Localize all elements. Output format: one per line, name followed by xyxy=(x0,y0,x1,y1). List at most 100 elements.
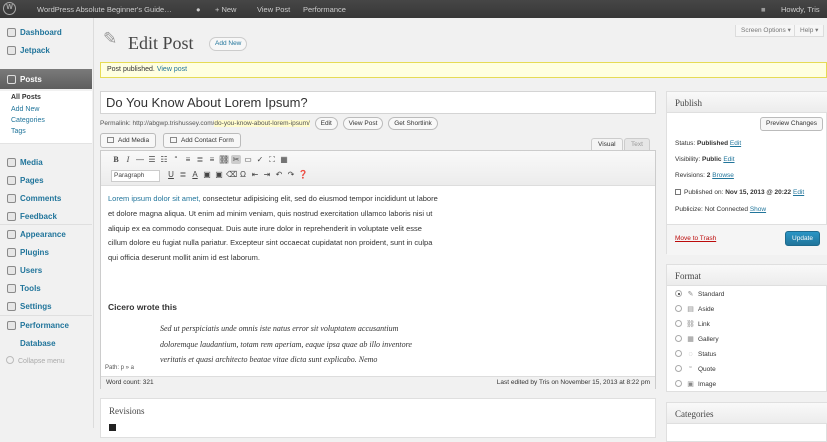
menu-separator xyxy=(0,315,92,316)
new-content-link[interactable]: + New xyxy=(215,5,236,14)
menu-pages[interactable]: Pages xyxy=(0,172,92,189)
submenu-tags[interactable]: Tags xyxy=(11,128,26,135)
comments-icon[interactable]: ● xyxy=(196,5,201,14)
paste-text-icon[interactable]: ▣ xyxy=(202,170,212,179)
add-media-button[interactable]: Add Media xyxy=(100,133,157,148)
add-new-post-button[interactable]: Add New xyxy=(209,37,248,51)
preview-changes-button[interactable]: Preview Changes xyxy=(760,117,823,131)
lorem-link[interactable]: Lorem ipsum dolor sit amet, xyxy=(108,194,201,203)
indent-icon[interactable]: ⇥ xyxy=(262,170,272,179)
categories-box-header[interactable]: Categories xyxy=(667,403,827,424)
menu-users[interactable]: Users xyxy=(0,262,92,279)
radio-button[interactable] xyxy=(675,290,682,297)
edit-permalink-button[interactable]: Edit xyxy=(314,117,338,130)
menu-settings[interactable]: Settings xyxy=(0,298,92,315)
menu-database[interactable]: Database xyxy=(0,335,92,352)
fullscreen-icon[interactable]: ⛶ xyxy=(267,155,277,165)
menu-jetpack[interactable]: Jetpack xyxy=(0,42,92,59)
underline-icon[interactable]: U xyxy=(166,170,176,179)
editor-content[interactable]: Lorem ipsum dolor sit amet, consectetur … xyxy=(108,192,438,364)
howdy-user-link[interactable]: Howdy, Tris xyxy=(781,5,820,14)
view-post-link[interactable]: View Post xyxy=(257,5,290,14)
format-option-image[interactable]: ▣ Image xyxy=(675,380,716,388)
more-tag-icon[interactable]: ▭ xyxy=(243,155,253,164)
spellcheck-icon[interactable]: ✓ xyxy=(255,155,265,164)
radio-button[interactable] xyxy=(675,305,682,312)
clear-formatting-icon[interactable]: ⌫ xyxy=(226,170,237,179)
edit-visibility-link[interactable]: Edit xyxy=(723,156,734,163)
menu-posts[interactable]: Posts xyxy=(0,69,92,89)
radio-button[interactable] xyxy=(675,380,682,387)
menu-comments[interactable]: Comments xyxy=(0,190,92,207)
submenu-categories[interactable]: Categories xyxy=(11,117,45,124)
site-name-link[interactable]: WordPress Absolute Beginner's Guide… xyxy=(37,5,172,14)
menu-media[interactable]: Media xyxy=(0,154,92,171)
special-character-icon[interactable]: Ω xyxy=(238,170,248,179)
menu-dashboard[interactable]: Dashboard xyxy=(0,24,92,41)
italic-icon[interactable]: I xyxy=(123,155,133,164)
help-button[interactable]: Help ▾ xyxy=(794,25,825,37)
format-option-aside[interactable]: ▤ Aside xyxy=(675,305,714,313)
get-shortlink-button[interactable]: Get Shortlink xyxy=(388,117,438,130)
edit-date-link[interactable]: Edit xyxy=(793,189,804,196)
permalink-url[interactable]: http://abgwp.trishussey.com/ xyxy=(133,120,215,127)
menu-tools[interactable]: Tools xyxy=(0,280,92,297)
wordpress-logo-icon[interactable]: W xyxy=(3,2,16,15)
kitchen-sink-icon[interactable]: ▦ xyxy=(279,155,289,164)
content-heading: Cicero wrote this xyxy=(108,302,177,312)
format-option-status[interactable]: ◌ Status xyxy=(675,350,716,358)
post-editor[interactable]: B I — ☰ ☷ “≡ ≣ ≡ ⛓ ✂ ▭ ✓ ⛶ ▦ Paragraph U ≣ A ▣ ▣ ⌫ Ω ⇤ ⇥ ↶ ↷ ❓ Lo… xyxy=(100,150,656,389)
blockquote-icon[interactable]: “ xyxy=(171,155,181,164)
radio-button[interactable] xyxy=(675,365,682,372)
post-title-input[interactable]: Do You Know About Lorem Ipsum? xyxy=(100,91,656,114)
publicize-show-link[interactable]: Show xyxy=(750,206,766,213)
radio-button[interactable] xyxy=(675,320,682,327)
move-to-trash-link[interactable]: Move to Trash xyxy=(675,235,716,242)
bullet-list-icon[interactable]: ☰ xyxy=(147,155,157,164)
justify-icon[interactable]: ≣ xyxy=(178,170,188,179)
insert-link-icon[interactable]: ⛓ xyxy=(219,155,229,164)
format-option-quote[interactable]: “Quote xyxy=(675,365,716,373)
menu-feedback[interactable]: Feedback xyxy=(0,208,92,225)
paragraph-format-select[interactable]: Paragraph xyxy=(111,170,160,182)
edit-status-link[interactable]: Edit xyxy=(730,140,741,147)
format-box-header[interactable]: Format xyxy=(667,265,827,286)
publish-box-header[interactable]: Publish xyxy=(667,92,827,113)
submenu-all-posts[interactable]: All Posts xyxy=(11,94,41,101)
unlink-icon[interactable]: ✂ xyxy=(231,155,241,164)
dashboard-icon xyxy=(7,28,16,37)
update-button[interactable]: Update xyxy=(785,231,820,246)
radio-button[interactable] xyxy=(675,335,682,342)
text-color-icon[interactable]: A xyxy=(190,170,200,179)
help-circle-icon[interactable]: ❓ xyxy=(298,170,308,179)
format-option-standard[interactable]: ✎ Standard xyxy=(675,290,724,298)
menu-plugins[interactable]: Plugins xyxy=(0,244,92,261)
menu-appearance[interactable]: Appearance xyxy=(0,226,92,243)
notification-icon[interactable]: ■ xyxy=(761,5,766,14)
paste-word-icon[interactable]: ▣ xyxy=(214,170,224,179)
format-option-gallery[interactable]: ▦ Gallery xyxy=(675,335,719,343)
align-right-icon[interactable]: ≡ xyxy=(207,155,217,164)
screen-options-button[interactable]: Screen Options ▾ xyxy=(735,25,797,37)
outdent-icon[interactable]: ⇤ xyxy=(250,170,260,179)
menu-performance[interactable]: Performance xyxy=(0,317,92,334)
browse-revisions-link[interactable]: Browse xyxy=(712,172,734,179)
numbered-list-icon[interactable]: ☷ xyxy=(159,155,169,164)
revisions-title[interactable]: Revisions xyxy=(109,406,145,416)
feedback-icon xyxy=(7,212,16,221)
bold-icon[interactable]: B xyxy=(111,155,121,164)
redo-icon[interactable]: ↷ xyxy=(286,170,296,179)
view-post-notice-link[interactable]: View post xyxy=(157,66,187,73)
permalink-slug[interactable]: do-you-know-about-lorem-ipsum/ xyxy=(214,120,310,127)
undo-icon[interactable]: ↶ xyxy=(274,170,284,179)
performance-link[interactable]: Performance xyxy=(303,5,346,14)
add-contact-form-button[interactable]: Add Contact Form xyxy=(163,133,241,148)
strikethrough-icon[interactable]: — xyxy=(135,155,145,164)
radio-button[interactable] xyxy=(675,350,682,357)
view-post-button[interactable]: View Post xyxy=(342,117,384,130)
collapse-menu-button[interactable]: Collapse menu xyxy=(6,356,65,365)
submenu-add-new[interactable]: Add New xyxy=(11,106,39,113)
format-option-link[interactable]: ⛓ Link xyxy=(675,320,710,328)
align-left-icon[interactable]: ≡ xyxy=(183,155,193,164)
align-center-icon[interactable]: ≣ xyxy=(195,155,205,164)
